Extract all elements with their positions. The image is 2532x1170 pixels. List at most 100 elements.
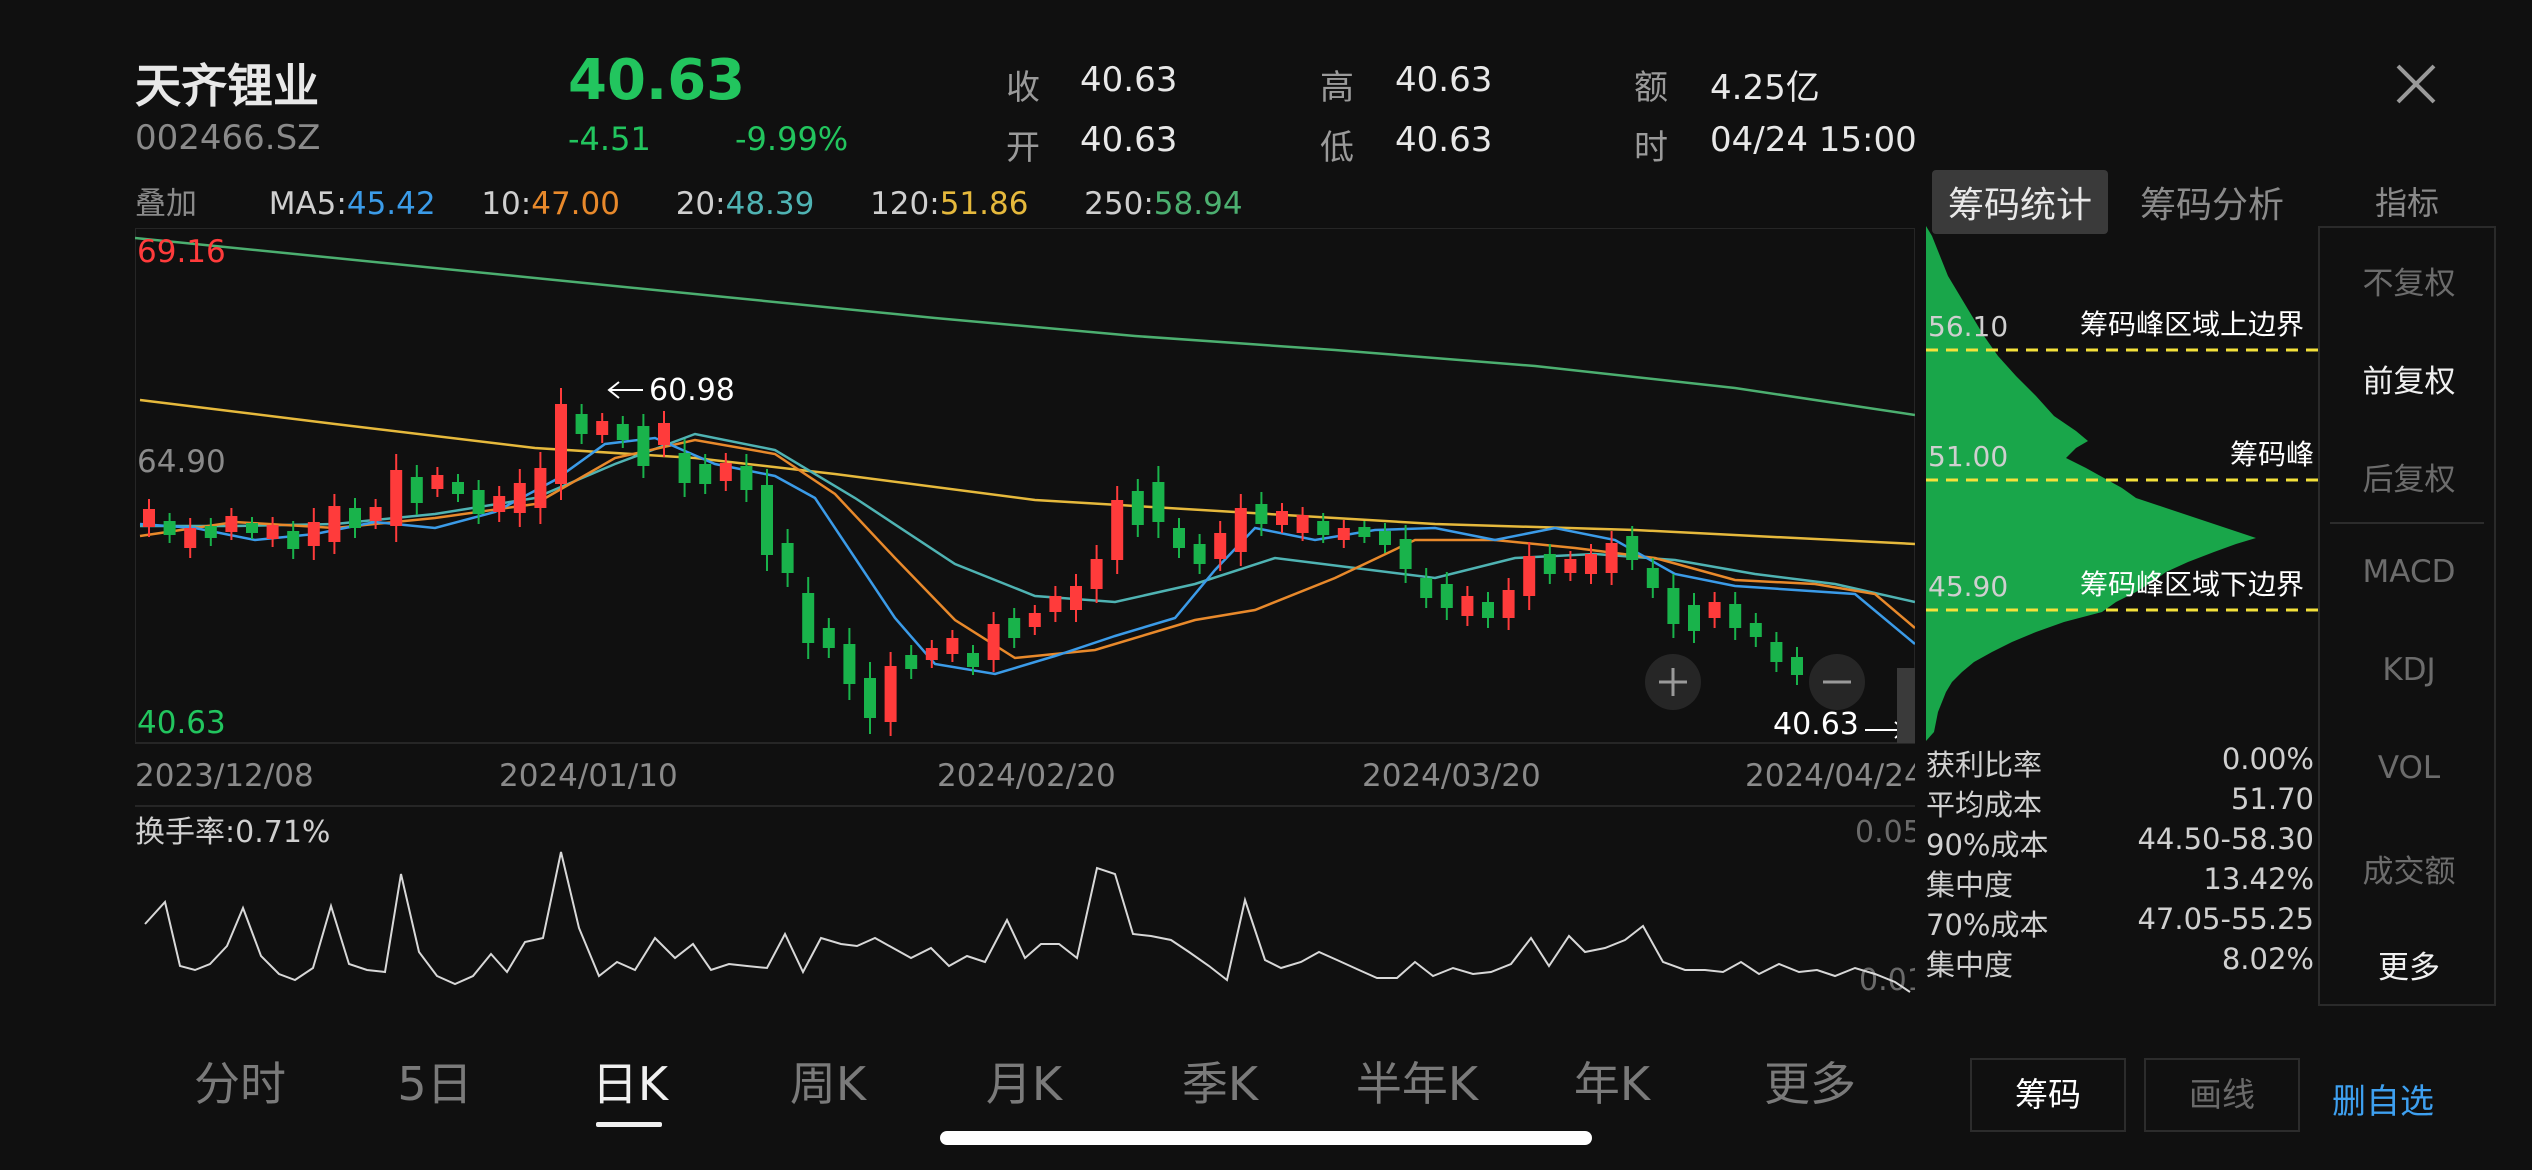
candle — [1482, 602, 1494, 618]
ma120-label: 120 — [870, 186, 930, 222]
turnover-chart[interactable]: 换手率:0.71% 0.05 0.01 — [135, 812, 1915, 1002]
tab-5day[interactable]: 5日 — [385, 1048, 485, 1114]
candle — [1379, 531, 1391, 545]
tab-monthly-k[interactable]: 月K — [974, 1048, 1074, 1114]
stat-label: 90%成本 — [1926, 828, 2049, 862]
tab-daily-k[interactable]: 日K — [580, 1048, 680, 1114]
stat-label: 获利比率 — [1926, 748, 2043, 782]
candle — [1646, 568, 1659, 588]
turnover-bottom-label: 0.01 — [1859, 963, 1915, 998]
candle — [163, 521, 176, 535]
indicator-more[interactable]: 更多 — [2320, 942, 2498, 987]
candle — [1234, 508, 1247, 552]
candle — [596, 421, 609, 435]
remove-watchlist-button[interactable]: 删自选 — [2332, 1074, 2434, 1123]
candle — [781, 543, 794, 573]
indicator-no-adjust[interactable]: 不复权 — [2320, 258, 2498, 303]
tab-yearly-k[interactable]: 年K — [1562, 1048, 1662, 1114]
date-label-4: 2024/03/20 — [1362, 758, 1541, 794]
tab-intraday[interactable]: 分时 — [190, 1048, 290, 1114]
ma250-value: 58.94 — [1153, 186, 1243, 222]
overlay-button[interactable]: 叠加 — [135, 186, 197, 222]
candle — [225, 516, 238, 532]
candle — [1420, 578, 1433, 598]
chart-scroll-handle[interactable] — [1897, 668, 1915, 743]
candle — [246, 523, 258, 533]
low-value: 40.63 — [1395, 120, 1493, 160]
indicator-header[interactable]: 指标 — [2318, 178, 2496, 224]
candle — [266, 525, 279, 539]
stock-name: 天齐锂业 — [135, 59, 319, 113]
close-value: 40.63 — [1080, 60, 1178, 100]
candle — [719, 463, 732, 481]
close-button[interactable] — [2388, 56, 2444, 112]
candle — [1049, 596, 1062, 612]
indicator-forward-adjust[interactable]: 前复权 — [2320, 356, 2498, 401]
ma5-label: MA5 — [268, 186, 337, 222]
high-value: 40.63 — [1395, 60, 1493, 100]
candle — [410, 477, 423, 503]
tab-more[interactable]: 更多 — [1760, 1048, 1860, 1114]
indicator-amount[interactable]: 成交额 — [2320, 846, 2498, 891]
ma20-value: 48.39 — [725, 186, 815, 222]
candle — [802, 593, 815, 643]
zoom-in-button[interactable] — [1645, 654, 1701, 710]
candle — [1605, 543, 1618, 573]
candle — [864, 678, 876, 718]
candle — [678, 453, 691, 483]
tab-chip-stats[interactable]: 筹码统计 — [1932, 170, 2109, 234]
ma120-value: 51.86 — [939, 186, 1029, 222]
turnover-line — [144, 851, 1911, 993]
candle — [1008, 618, 1021, 638]
stat-label: 集中度 — [1926, 948, 2014, 982]
last-price: 40.63 — [568, 48, 746, 113]
zoom-out-button[interactable] — [1809, 654, 1865, 710]
ma20-label: 20 — [675, 186, 716, 222]
candle — [1461, 596, 1474, 616]
indicator-backward-adjust[interactable]: 后复权 — [2320, 454, 2498, 499]
candle — [1791, 657, 1803, 675]
chip-upper-label: 筹码峰区域上边界 — [2080, 308, 2304, 341]
last-price-annotation: 40.63 — [1773, 707, 1859, 742]
draw-line-button[interactable]: 画线 — [2144, 1058, 2300, 1132]
indicator-vol[interactable]: VOL — [2320, 750, 2498, 786]
tab-halfyear-k[interactable]: 半年K — [1342, 1048, 1492, 1114]
indicator-kdj[interactable]: KDJ — [2320, 652, 2498, 688]
candle — [1296, 515, 1309, 533]
ma10-value: 47.00 — [531, 186, 620, 222]
candle — [884, 666, 897, 722]
candle — [369, 507, 382, 521]
candle — [740, 466, 753, 490]
candle — [925, 648, 938, 660]
candle — [1688, 605, 1700, 631]
candle — [1749, 623, 1762, 637]
chip-distribution-chart: 56.10 筹码峰区域上边界 51.00 筹码峰 45.90 筹码峰区域下边界 — [1926, 226, 2318, 741]
candle — [1523, 556, 1536, 596]
candle — [555, 404, 567, 484]
low-label: 低 — [1320, 128, 1354, 168]
candle — [1729, 604, 1742, 628]
candle — [493, 496, 506, 512]
high-label: 高 — [1320, 68, 1354, 108]
candle — [1131, 491, 1144, 525]
candle — [1317, 521, 1330, 535]
date-label-2: 2024/01/10 — [499, 758, 678, 794]
tab-quarterly-k[interactable]: 季K — [1170, 1048, 1270, 1114]
indicator-macd[interactable]: MACD — [2320, 554, 2498, 590]
kline-max-label: 69.16 — [137, 234, 226, 270]
stat-label: 平均成本 — [1926, 788, 2043, 822]
chip-button[interactable]: 筹码 — [1970, 1058, 2126, 1132]
chip-peak-label: 筹码峰 — [2230, 438, 2314, 471]
indicator-divider — [2330, 522, 2484, 524]
kline-chart[interactable]: 69.16 64.90 40.63 60.98 40.63 2023/12/08… — [135, 228, 1915, 808]
candle — [1193, 544, 1206, 564]
tab-chip-analysis[interactable]: 筹码分析 — [2124, 170, 2300, 234]
peak-annotation: 60.98 — [649, 373, 735, 408]
candle — [637, 426, 650, 466]
candle — [534, 468, 547, 508]
candle — [616, 424, 629, 440]
candle — [513, 483, 526, 513]
stat-value: 13.42% — [2203, 862, 2314, 896]
candle — [905, 655, 918, 669]
tab-weekly-k[interactable]: 周K — [778, 1048, 878, 1114]
